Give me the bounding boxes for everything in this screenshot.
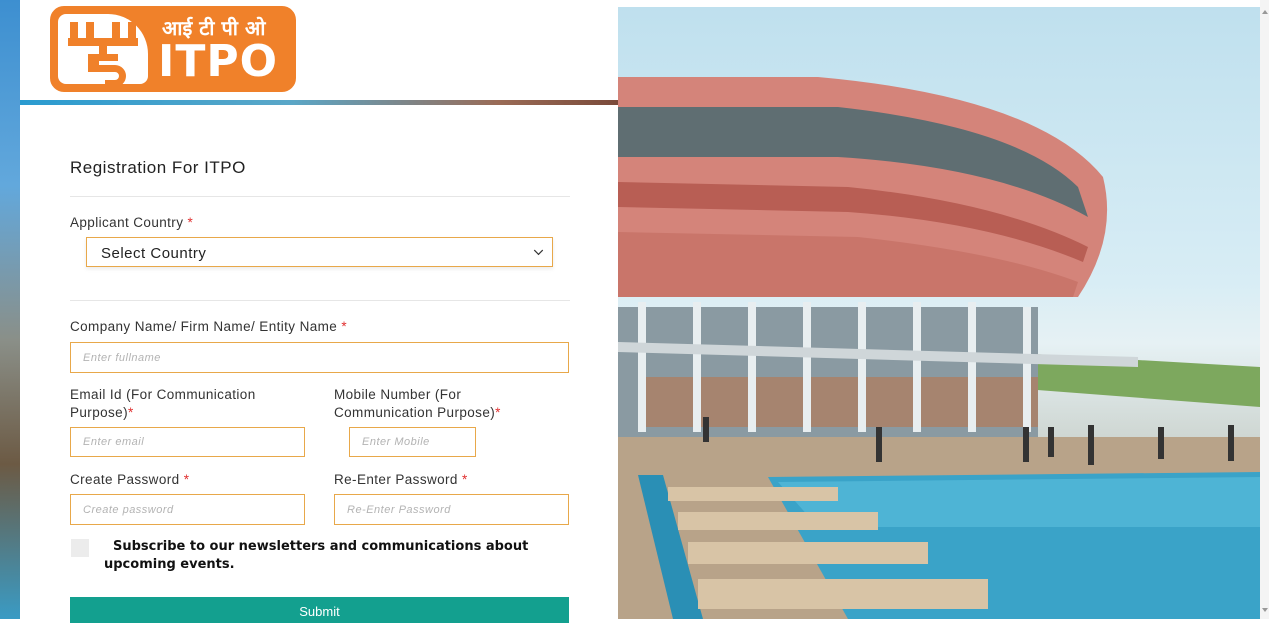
password-placeholder: Create password [83, 503, 174, 516]
country-label: Applicant Country * [70, 214, 193, 232]
required-mark: * [341, 319, 348, 334]
itpo-emblem-icon [58, 14, 148, 87]
mobile-placeholder: Enter Mobile [362, 436, 430, 448]
country-select[interactable]: Select Country [86, 237, 553, 267]
repassword-placeholder: Re-Enter Password [347, 503, 451, 516]
required-mark: * [495, 405, 501, 420]
form-title: Registration For ITPO [70, 158, 246, 177]
required-mark: * [127, 405, 134, 420]
mobile-label: Mobile Number (For Communication Purpose… [334, 386, 574, 422]
country-select-value: Select Country [101, 245, 207, 262]
password-label: Create Password * [70, 471, 189, 489]
chevron-down-icon [533, 245, 544, 256]
mobile-label-line1: Mobile Number (For [334, 387, 462, 402]
page-scrollbar[interactable] [1260, 0, 1269, 619]
mobile-input[interactable]: Enter Mobile [349, 427, 476, 457]
title-divider [70, 196, 570, 197]
company-name-input[interactable]: Enter fullname [70, 342, 569, 373]
logo-text: ITPO [158, 36, 279, 87]
subscribe-checkbox[interactable] [71, 539, 89, 557]
scroll-up-icon[interactable] [1262, 10, 1268, 14]
required-mark: * [462, 472, 468, 487]
required-mark: * [187, 215, 194, 230]
itpo-logo[interactable]: आई टी पी ओ ITPO [50, 6, 296, 92]
required-mark: * [183, 472, 190, 487]
email-label-line2: Purpose) [70, 405, 128, 420]
email-placeholder: Enter email [83, 436, 145, 448]
section-divider [70, 300, 570, 301]
password-input[interactable]: Create password [70, 494, 305, 525]
mobile-label-line2: Communication Purpose) [334, 405, 496, 420]
repassword-input[interactable]: Re-Enter Password [334, 494, 569, 525]
company-placeholder: Enter fullname [83, 351, 161, 364]
repassword-label: Re-Enter Password * [334, 471, 468, 489]
email-label-line1: Email Id (For Communication [70, 387, 256, 402]
country-label-text: Applicant Country [70, 215, 184, 230]
scroll-down-icon[interactable] [1262, 608, 1268, 612]
venue-photo [618, 7, 1260, 619]
background-strip [0, 0, 22, 619]
repassword-label-text: Re-Enter Password [334, 472, 458, 487]
company-label-text: Company Name/ Firm Name/ Entity Name [70, 319, 338, 334]
email-input[interactable]: Enter email [70, 427, 305, 457]
password-label-text: Create Password [70, 472, 180, 487]
email-label: Email Id (For Communication Purpose)* [70, 386, 310, 422]
subscribe-label: Subscribe to our newsletters and communi… [104, 539, 529, 572]
company-label: Company Name/ Firm Name/ Entity Name * [70, 318, 347, 336]
submit-button[interactable]: Submit [70, 597, 569, 623]
